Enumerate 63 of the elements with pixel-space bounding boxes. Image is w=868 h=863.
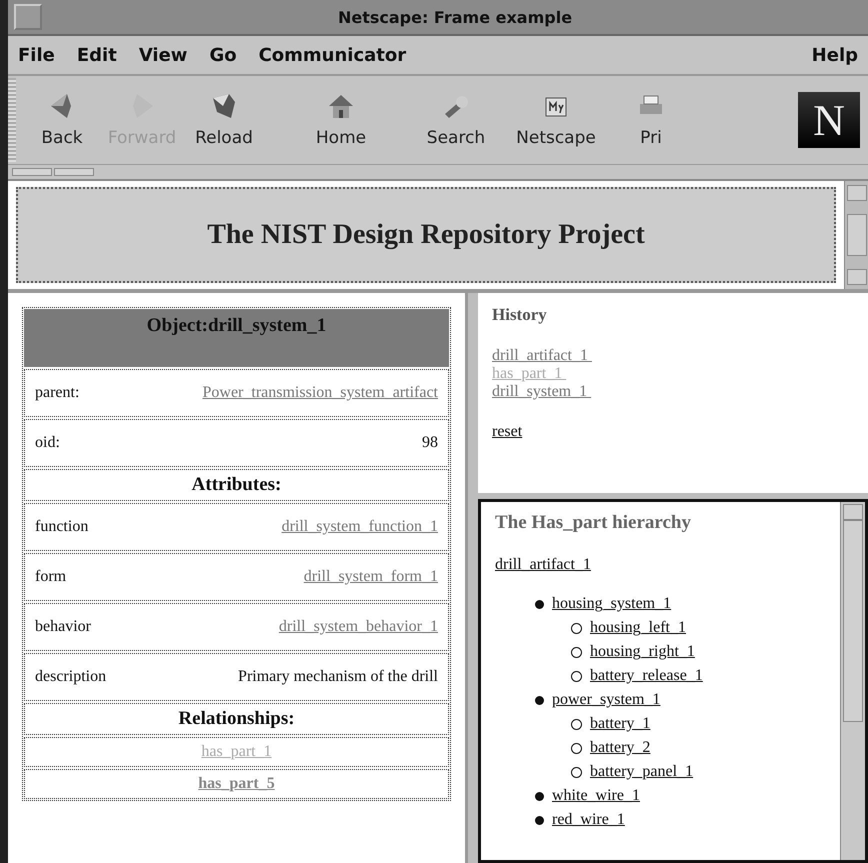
menu-item[interactable]: File (18, 44, 55, 66)
toolbar-button[interactable]: Search (416, 81, 496, 159)
section-heading: Relationships: (178, 708, 295, 730)
hierarchy-link[interactable]: power_system_1 (552, 691, 660, 709)
hierarchy-title: The Has_part hierarchy (495, 512, 692, 534)
root-link[interactable]: drill_artifact_1 (495, 556, 591, 573)
bullet-icon (571, 670, 582, 682)
object-title: Object:drill_system_1 (24, 309, 449, 367)
bullet-icon (535, 696, 544, 704)
attribute-name: function (35, 518, 88, 536)
toolbar-grip[interactable] (8, 78, 16, 162)
hierarchy-link[interactable]: housing_left_1 (590, 619, 686, 637)
hierarchy-link[interactable]: battery_1 (590, 715, 650, 733)
window-title: Netscape: Frame example (336, 8, 574, 26)
bullet-icon (571, 622, 582, 634)
history-title: History (492, 305, 548, 325)
relationship-link[interactable]: has_part_5 (198, 775, 275, 793)
bullet-icon (571, 646, 582, 658)
menu-item[interactable]: View (138, 44, 188, 66)
history-link[interactable]: drill_artifact_1 (492, 347, 592, 364)
menu-item[interactable]: Edit (76, 44, 117, 66)
hierarchy-link[interactable]: housing_system_1 (552, 595, 672, 613)
attribute-name: form (35, 568, 66, 586)
oid-value: 98 (422, 434, 438, 452)
hierarchy-link[interactable]: battery_2 (590, 739, 650, 757)
hierarchy-link[interactable]: battery_release_1 (590, 667, 703, 685)
toolbar-button[interactable]: Netscape (496, 81, 616, 159)
window-menu-button[interactable] (14, 4, 42, 30)
scrollbar[interactable] (840, 502, 865, 860)
attribute-link[interactable]: drill_system_form_1 (304, 568, 438, 586)
field-label: oid: (35, 434, 60, 452)
section-heading: Attributes: (192, 474, 282, 496)
menu-item[interactable]: Help (812, 44, 858, 66)
history-link[interactable]: drill_system_1 (492, 383, 592, 400)
bullet-icon (571, 766, 582, 778)
bullet-icon (571, 742, 582, 754)
toolbar-button[interactable]: Pri (616, 81, 686, 159)
hierarchy-link[interactable]: battery_panel_1 (590, 763, 694, 781)
bullet-icon (535, 792, 544, 800)
netscape-logo: N (798, 92, 860, 148)
reset-link[interactable]: reset (492, 423, 522, 440)
hierarchy-link[interactable]: red_wire_1 (552, 811, 625, 829)
toolbar-button[interactable]: Back (22, 81, 102, 159)
bullet-icon (571, 718, 582, 730)
hierarchy-link[interactable]: white_wire_1 (552, 787, 640, 805)
banner-title: The NIST Design Repository Project (207, 219, 645, 251)
toolbar-collapse-tab[interactable] (54, 168, 94, 176)
hierarchy-link[interactable]: housing_right_1 (590, 643, 695, 661)
attribute-link[interactable]: drill_system_behavior_1 (278, 618, 438, 636)
attribute-value: Primary mechanism of the drill (238, 668, 438, 686)
toolbar-button[interactable]: Reload (182, 81, 266, 159)
parent-link[interactable]: Power_transmission_system_artifact (202, 384, 438, 402)
menu-item[interactable]: Go (209, 44, 237, 66)
scrollbar[interactable] (844, 181, 868, 289)
attribute-name: behavior (35, 618, 91, 636)
toolbar-collapse-tab[interactable] (12, 168, 52, 176)
attribute-link[interactable]: drill_system_function_1 (282, 518, 438, 536)
menu-item[interactable]: Communicator (258, 44, 406, 66)
bullet-icon (535, 600, 544, 608)
field-label: parent: (35, 384, 80, 402)
toolbar-button[interactable]: Home (266, 81, 416, 159)
attribute-name: description (35, 668, 106, 686)
bullet-icon (535, 816, 544, 824)
